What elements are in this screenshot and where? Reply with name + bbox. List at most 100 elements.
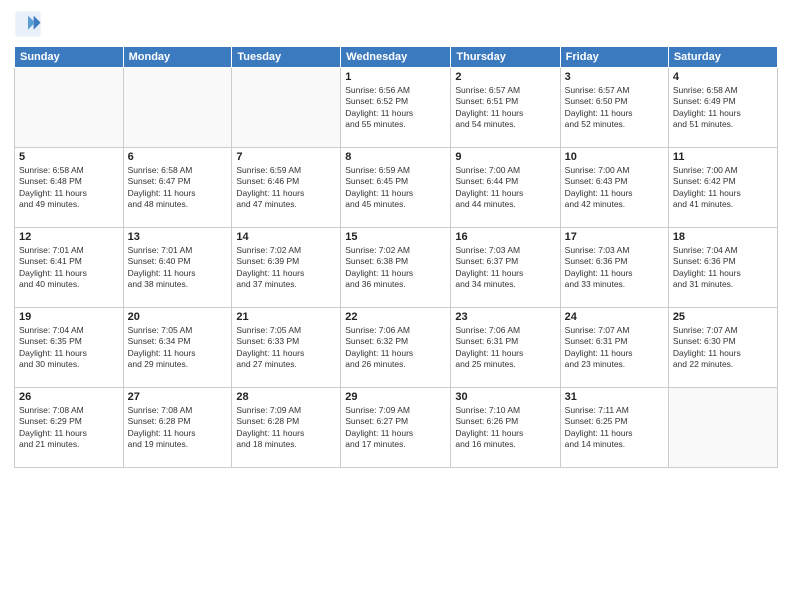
day-info: Sunrise: 7:03 AMSunset: 6:36 PMDaylight:… xyxy=(565,245,664,291)
day-info: Sunrise: 6:58 AMSunset: 6:47 PMDaylight:… xyxy=(128,165,228,211)
day-number: 29 xyxy=(345,391,446,403)
day-number: 2 xyxy=(455,71,555,83)
day-info: Sunrise: 7:05 AMSunset: 6:33 PMDaylight:… xyxy=(236,325,336,371)
day-number: 20 xyxy=(128,311,228,323)
weekday-header: Monday xyxy=(123,47,232,68)
day-number: 13 xyxy=(128,231,228,243)
day-info: Sunrise: 7:09 AMSunset: 6:27 PMDaylight:… xyxy=(345,405,446,451)
calendar-cell: 8Sunrise: 6:59 AMSunset: 6:45 PMDaylight… xyxy=(341,148,451,228)
calendar-cell xyxy=(123,68,232,148)
day-number: 23 xyxy=(455,311,555,323)
day-info: Sunrise: 6:58 AMSunset: 6:49 PMDaylight:… xyxy=(673,85,773,131)
day-number: 14 xyxy=(236,231,336,243)
weekday-header: Sunday xyxy=(15,47,124,68)
calendar-cell xyxy=(15,68,124,148)
calendar-cell: 17 Sunrise: 7:03 AMSunset: 6:36 PMDayligh… xyxy=(560,228,668,308)
day-number: 9 xyxy=(455,151,555,163)
day-number: 15 xyxy=(345,231,446,243)
logo xyxy=(14,10,46,38)
day-number: 11 xyxy=(673,151,773,163)
weekday-header: Tuesday xyxy=(232,47,341,68)
calendar-cell: 23 Sunrise: 7:06 AMSunset: 6:31 PMDayligh… xyxy=(451,308,560,388)
day-info: Sunrise: 6:56 AMSunset: 6:52 PMDaylight:… xyxy=(345,85,446,131)
calendar-cell: 18 Sunrise: 7:04 AMSunset: 6:36 PMDayligh… xyxy=(668,228,777,308)
day-number: 24 xyxy=(565,311,664,323)
calendar-cell: 24 Sunrise: 7:07 AMSunset: 6:31 PMDayligh… xyxy=(560,308,668,388)
calendar-cell: 5 Sunrise: 6:58 AMSunset: 6:48 PMDaylight… xyxy=(15,148,124,228)
day-info: Sunrise: 7:09 AMSunset: 6:28 PMDaylight:… xyxy=(236,405,336,451)
calendar-cell xyxy=(232,68,341,148)
day-info: Sunrise: 7:08 AMSunset: 6:28 PMDaylight:… xyxy=(128,405,228,451)
header xyxy=(14,10,778,38)
day-info: Sunrise: 7:06 AMSunset: 6:32 PMDaylight:… xyxy=(345,325,446,371)
calendar-cell: 29 Sunrise: 7:09 AMSunset: 6:27 PMDayligh… xyxy=(341,388,451,468)
calendar-cell: 16Sunrise: 7:03 AMSunset: 6:37 PMDayligh… xyxy=(451,228,560,308)
calendar-cell: 12 Sunrise: 7:01 AMSunset: 6:41 PMDayligh… xyxy=(15,228,124,308)
calendar-cell: 31Sunrise: 7:11 AMSunset: 6:25 PMDayligh… xyxy=(560,388,668,468)
day-info: Sunrise: 7:07 AMSunset: 6:31 PMDaylight:… xyxy=(565,325,664,371)
day-info: Sunrise: 7:10 AMSunset: 6:26 PMDaylight:… xyxy=(455,405,555,451)
calendar-week-row: 12 Sunrise: 7:01 AMSunset: 6:41 PMDayligh… xyxy=(15,228,778,308)
calendar-cell: 22 Sunrise: 7:06 AMSunset: 6:32 PMDayligh… xyxy=(341,308,451,388)
day-number: 10 xyxy=(565,151,664,163)
page: SundayMondayTuesdayWednesdayThursdayFrid… xyxy=(0,0,792,612)
logo-icon xyxy=(14,10,42,38)
weekday-header: Friday xyxy=(560,47,668,68)
calendar-week-row: 5 Sunrise: 6:58 AMSunset: 6:48 PMDaylight… xyxy=(15,148,778,228)
calendar-cell: 10 Sunrise: 7:00 AMSunset: 6:43 PMDayligh… xyxy=(560,148,668,228)
day-number: 28 xyxy=(236,391,336,403)
day-info: Sunrise: 7:08 AMSunset: 6:29 PMDaylight:… xyxy=(19,405,119,451)
calendar-cell: 26 Sunrise: 7:08 AMSunset: 6:29 PMDayligh… xyxy=(15,388,124,468)
day-info: Sunrise: 7:00 AMSunset: 6:43 PMDaylight:… xyxy=(565,165,664,211)
day-info: Sunrise: 7:04 AMSunset: 6:35 PMDaylight:… xyxy=(19,325,119,371)
calendar-cell: 2 Sunrise: 6:57 AMSunset: 6:51 PMDaylight… xyxy=(451,68,560,148)
weekday-header-row: SundayMondayTuesdayWednesdayThursdayFrid… xyxy=(15,47,778,68)
calendar-cell: 28 Sunrise: 7:09 AMSunset: 6:28 PMDayligh… xyxy=(232,388,341,468)
day-number: 7 xyxy=(236,151,336,163)
calendar-cell: 9 Sunrise: 7:00 AMSunset: 6:44 PMDaylight… xyxy=(451,148,560,228)
day-number: 30 xyxy=(455,391,555,403)
weekday-header: Wednesday xyxy=(341,47,451,68)
day-number: 19 xyxy=(19,311,119,323)
day-number: 26 xyxy=(19,391,119,403)
calendar-cell: 14Sunrise: 7:02 AMSunset: 6:39 PMDayligh… xyxy=(232,228,341,308)
calendar-week-row: 1 Sunrise: 6:56 AMSunset: 6:52 PMDaylight… xyxy=(15,68,778,148)
day-info: Sunrise: 7:00 AMSunset: 6:42 PMDaylight:… xyxy=(673,165,773,211)
calendar-cell: 21 Sunrise: 7:05 AMSunset: 6:33 PMDayligh… xyxy=(232,308,341,388)
day-info: Sunrise: 7:11 AMSunset: 6:25 PMDaylight:… xyxy=(565,405,664,451)
weekday-header: Saturday xyxy=(668,47,777,68)
calendar-cell: 19 Sunrise: 7:04 AMSunset: 6:35 PMDayligh… xyxy=(15,308,124,388)
day-info: Sunrise: 7:03 AMSunset: 6:37 PMDaylight:… xyxy=(455,245,555,291)
day-number: 22 xyxy=(345,311,446,323)
day-number: 21 xyxy=(236,311,336,323)
day-info: Sunrise: 6:59 AMSunset: 6:46 PMDaylight:… xyxy=(236,165,336,211)
day-info: Sunrise: 7:00 AMSunset: 6:44 PMDaylight:… xyxy=(455,165,555,211)
calendar-cell: 15Sunrise: 7:02 AMSunset: 6:38 PMDayligh… xyxy=(341,228,451,308)
day-number: 3 xyxy=(565,71,664,83)
day-info: Sunrise: 6:58 AMSunset: 6:48 PMDaylight:… xyxy=(19,165,119,211)
calendar-cell: 30 Sunrise: 7:10 AMSunset: 6:26 PMDayligh… xyxy=(451,388,560,468)
day-info: Sunrise: 7:06 AMSunset: 6:31 PMDaylight:… xyxy=(455,325,555,371)
day-number: 8 xyxy=(345,151,446,163)
day-number: 5 xyxy=(19,151,119,163)
calendar-cell: 1 Sunrise: 6:56 AMSunset: 6:52 PMDaylight… xyxy=(341,68,451,148)
day-info: Sunrise: 7:05 AMSunset: 6:34 PMDaylight:… xyxy=(128,325,228,371)
day-info: Sunrise: 6:57 AMSunset: 6:50 PMDaylight:… xyxy=(565,85,664,131)
calendar-cell: 6Sunrise: 6:58 AMSunset: 6:47 PMDaylight… xyxy=(123,148,232,228)
day-number: 17 xyxy=(565,231,664,243)
day-number: 1 xyxy=(345,71,446,83)
day-number: 25 xyxy=(673,311,773,323)
calendar-week-row: 19 Sunrise: 7:04 AMSunset: 6:35 PMDayligh… xyxy=(15,308,778,388)
day-number: 27 xyxy=(128,391,228,403)
day-info: Sunrise: 7:04 AMSunset: 6:36 PMDaylight:… xyxy=(673,245,773,291)
calendar-cell: 7 Sunrise: 6:59 AMSunset: 6:46 PMDaylight… xyxy=(232,148,341,228)
day-info: Sunrise: 6:57 AMSunset: 6:51 PMDaylight:… xyxy=(455,85,555,131)
calendar-cell: 27 Sunrise: 7:08 AMSunset: 6:28 PMDayligh… xyxy=(123,388,232,468)
day-info: Sunrise: 7:01 AMSunset: 6:41 PMDaylight:… xyxy=(19,245,119,291)
calendar-cell: 4Sunrise: 6:58 AMSunset: 6:49 PMDaylight… xyxy=(668,68,777,148)
day-info: Sunrise: 7:01 AMSunset: 6:40 PMDaylight:… xyxy=(128,245,228,291)
day-number: 12 xyxy=(19,231,119,243)
day-number: 18 xyxy=(673,231,773,243)
calendar-cell: 13 Sunrise: 7:01 AMSunset: 6:40 PMDayligh… xyxy=(123,228,232,308)
calendar-cell: 11 Sunrise: 7:00 AMSunset: 6:42 PMDayligh… xyxy=(668,148,777,228)
